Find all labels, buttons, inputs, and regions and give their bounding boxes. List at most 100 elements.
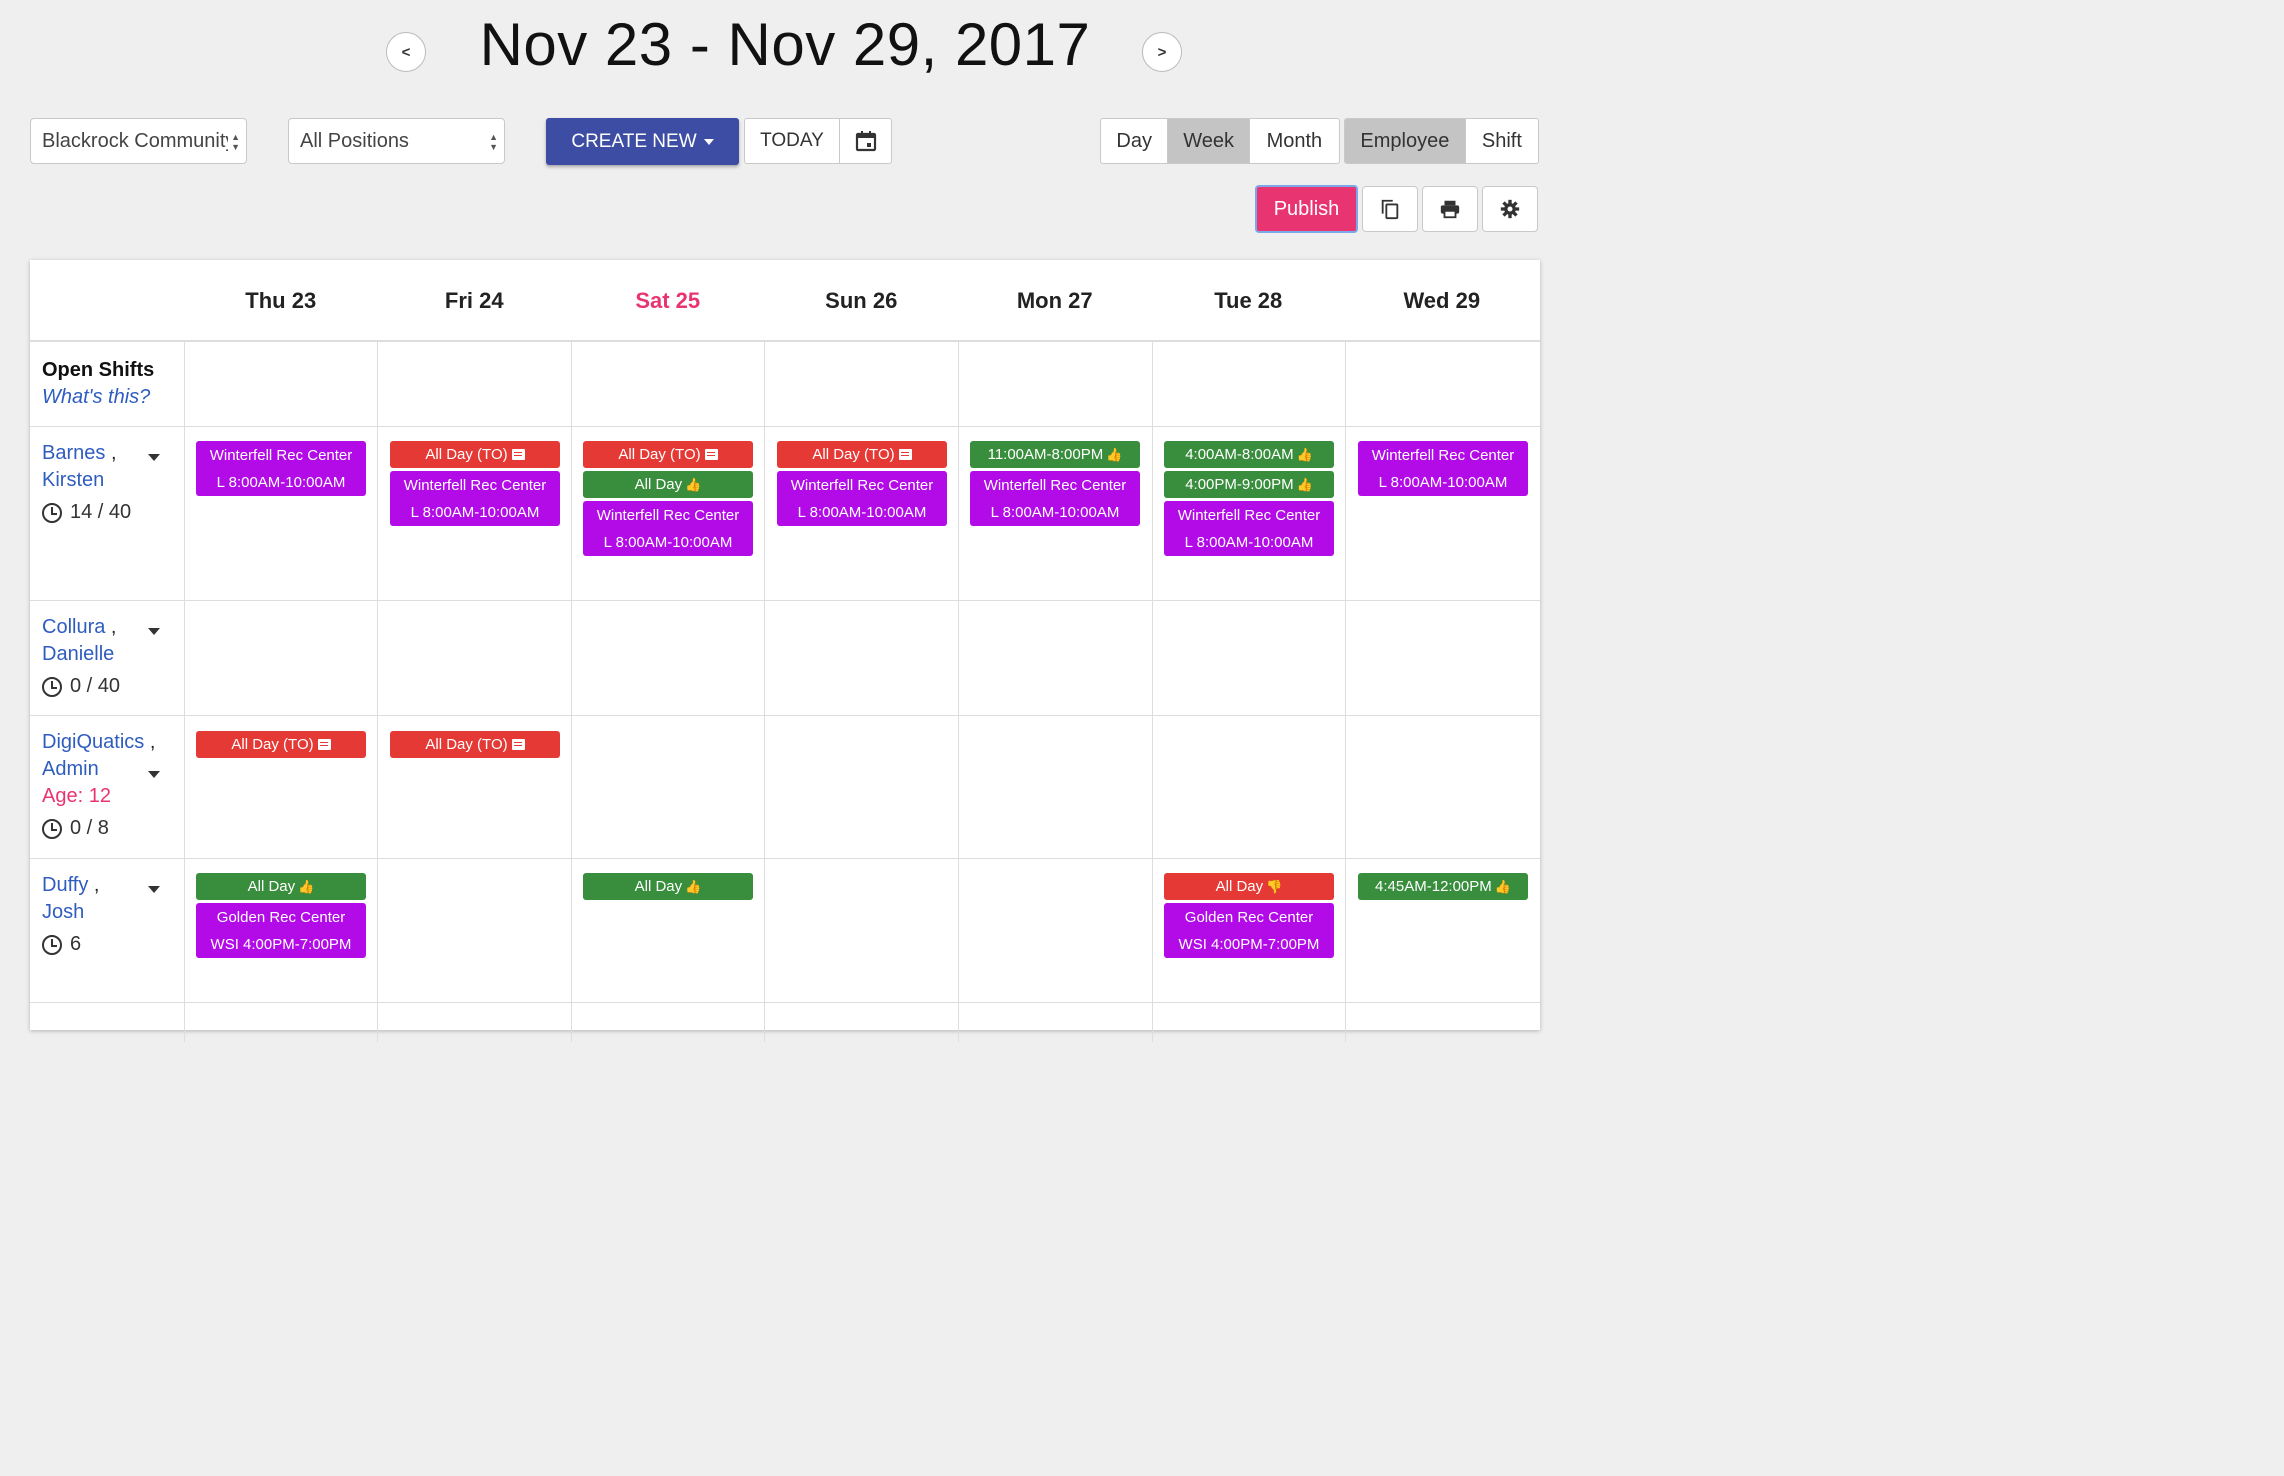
shift-block[interactable]: Winterfell Rec Center L 8:00AM-10:00AM bbox=[1164, 501, 1334, 556]
open-shifts-title: Open Shifts bbox=[42, 359, 155, 381]
employee-last-name[interactable]: Collura bbox=[42, 616, 105, 638]
group-employee[interactable]: Employee bbox=[1345, 119, 1465, 163]
availability-block[interactable]: All Day 👍 bbox=[196, 873, 366, 900]
employee-hours: 6 bbox=[42, 931, 99, 958]
time-off-block[interactable]: All Day (TO) bbox=[390, 441, 560, 468]
employee-last-name[interactable]: Duffy bbox=[42, 874, 88, 896]
time-off-block[interactable]: All Day (TO) bbox=[777, 441, 947, 468]
availability-block[interactable]: All Day 👍 bbox=[583, 873, 753, 900]
grid-line bbox=[30, 426, 1540, 427]
day-header-fri: Fri 24 bbox=[444, 288, 504, 313]
view-week[interactable]: Week bbox=[1167, 119, 1249, 163]
grid-line bbox=[30, 715, 1540, 716]
thumbs-up-icon: 👍 bbox=[298, 879, 315, 894]
publish-button[interactable]: Publish bbox=[1255, 185, 1358, 233]
time-off-block[interactable]: All Day (TO) bbox=[583, 441, 753, 468]
employee-first-name[interactable]: Admin bbox=[42, 758, 99, 780]
today-button[interactable]: TODAY bbox=[744, 118, 840, 164]
thumbs-up-icon: 👍 bbox=[1494, 879, 1511, 894]
day-header-mon: Mon 27 bbox=[1016, 288, 1093, 313]
day-header-tue: Tue 28 bbox=[1214, 288, 1283, 313]
select-arrows-icon: ▲ ▼ bbox=[486, 132, 498, 152]
day-header-sat: Sat 25 bbox=[635, 288, 701, 313]
shift-block[interactable]: Winterfell Rec Center L 8:00AM-10:00AM bbox=[196, 441, 366, 496]
employee-last-name[interactable]: Barnes bbox=[42, 442, 105, 464]
time-off-block[interactable]: All Day (TO) bbox=[390, 731, 560, 758]
availability-block[interactable]: 4:45AM-12:00PM 👍 bbox=[1358, 873, 1528, 900]
employee-first-name[interactable]: Danielle bbox=[42, 643, 114, 665]
message-icon bbox=[317, 739, 331, 750]
view-switcher: Day Week Month bbox=[1100, 118, 1340, 164]
print-button[interactable] bbox=[1422, 186, 1478, 232]
next-week-button[interactable]: > bbox=[1142, 32, 1182, 72]
grid-line bbox=[184, 342, 185, 1042]
whats-this-link[interactable]: What's this? bbox=[42, 384, 154, 411]
shift-block[interactable]: Winterfell Rec Center L 8:00AM-10:00AM bbox=[970, 471, 1140, 526]
availability-block[interactable]: All Day 👍 bbox=[583, 471, 753, 498]
calendar-picker-button[interactable] bbox=[839, 118, 892, 164]
shift-block[interactable]: Winterfell Rec Center L 8:00AM-10:00AM bbox=[1358, 441, 1528, 496]
grouping-switcher: Employee Shift bbox=[1344, 118, 1539, 164]
location-select-value: Blackrock Community bbox=[42, 129, 236, 152]
thumbs-up-icon: 👍 bbox=[685, 477, 702, 492]
employee-menu-chevron-down-icon[interactable] bbox=[148, 886, 160, 893]
calendar-icon bbox=[855, 131, 876, 152]
positions-select-value: All Positions bbox=[300, 129, 409, 152]
copy-button[interactable] bbox=[1362, 186, 1418, 232]
day-header-sun: Sun 26 bbox=[825, 288, 898, 313]
create-new-button[interactable]: CREATE NEW bbox=[546, 118, 739, 165]
name-separator: , bbox=[93, 874, 100, 896]
positions-select[interactable]: All Positions ▲ ▼ bbox=[288, 118, 505, 164]
grid-line bbox=[1345, 342, 1346, 1042]
employee-first-name[interactable]: Josh bbox=[42, 901, 84, 923]
settings-button[interactable] bbox=[1482, 186, 1538, 232]
shift-block[interactable]: Golden Rec Center WSI 4:00PM-7:00PM bbox=[1164, 903, 1334, 958]
availability-block[interactable]: 4:00PM-9:00PM 👍 bbox=[1164, 471, 1334, 498]
message-icon bbox=[898, 449, 912, 460]
employee-hours: 14 / 40 bbox=[42, 499, 131, 526]
print-icon bbox=[1440, 200, 1460, 219]
location-select[interactable]: Blackrock Community ▲ ▼ bbox=[30, 118, 247, 164]
shift-block[interactable]: Golden Rec Center WSI 4:00PM-7:00PM bbox=[196, 903, 366, 958]
hours-value: 0 / 40 bbox=[70, 675, 121, 697]
view-month[interactable]: Month bbox=[1248, 119, 1339, 163]
thumbs-up-icon: 👍 bbox=[1106, 447, 1123, 462]
thumbs-up-icon: 👍 bbox=[685, 879, 702, 894]
grid-line bbox=[1152, 342, 1153, 1042]
grid-line bbox=[30, 600, 1540, 601]
gear-icon bbox=[1500, 199, 1520, 219]
employee-last-name[interactable]: DigiQuatics bbox=[42, 731, 144, 753]
time-off-block[interactable]: All Day (TO) bbox=[196, 731, 366, 758]
thumbs-down-icon: 👎 bbox=[1266, 879, 1283, 894]
employee-menu-chevron-down-icon[interactable] bbox=[148, 454, 160, 461]
shift-block[interactable]: Winterfell Rec Center L 8:00AM-10:00AM bbox=[583, 501, 753, 556]
day-header-thu: Thu 23 bbox=[245, 288, 317, 313]
page-title: Nov 23 - Nov 29, 2017 bbox=[479, 11, 1091, 78]
clock-icon bbox=[42, 934, 62, 955]
prev-week-button[interactable]: < bbox=[386, 32, 426, 72]
employee-menu-chevron-down-icon[interactable] bbox=[148, 771, 160, 778]
availability-block[interactable]: 11:00AM-8:00PM 👍 bbox=[970, 441, 1140, 468]
employee-collura-label: Collura , Danielle 0 / 40 bbox=[42, 614, 120, 700]
shift-block[interactable]: Winterfell Rec Center L 8:00AM-10:00AM bbox=[777, 471, 947, 526]
availability-block[interactable]: 4:00AM-8:00AM 👍 bbox=[1164, 441, 1334, 468]
grid-line bbox=[30, 1002, 1540, 1003]
employee-menu-chevron-down-icon[interactable] bbox=[148, 628, 160, 635]
clock-icon bbox=[42, 502, 62, 523]
grid-line bbox=[571, 342, 572, 1042]
thumbs-up-icon: 👍 bbox=[1296, 447, 1313, 462]
shift-block[interactable]: Winterfell Rec Center L 8:00AM-10:00AM bbox=[390, 471, 560, 526]
day-header-wed: Wed 29 bbox=[1403, 288, 1481, 313]
view-day[interactable]: Day bbox=[1101, 119, 1167, 163]
group-shift[interactable]: Shift bbox=[1464, 119, 1538, 163]
employee-hours: 0 / 8 bbox=[42, 815, 155, 842]
grid-line bbox=[764, 342, 765, 1042]
grid-line bbox=[30, 858, 1540, 859]
unavailability-block[interactable]: All Day 👎 bbox=[1164, 873, 1334, 900]
employee-first-name[interactable]: Kirsten bbox=[42, 469, 104, 491]
employee-digiquatics-label: DigiQuatics , Admin Age: 12 0 / 8 bbox=[42, 729, 155, 842]
thumbs-up-icon: 👍 bbox=[1296, 477, 1313, 492]
message-icon bbox=[511, 449, 525, 460]
message-icon bbox=[511, 739, 525, 750]
employee-barnes-label: Barnes , Kirsten 14 / 40 bbox=[42, 440, 131, 526]
